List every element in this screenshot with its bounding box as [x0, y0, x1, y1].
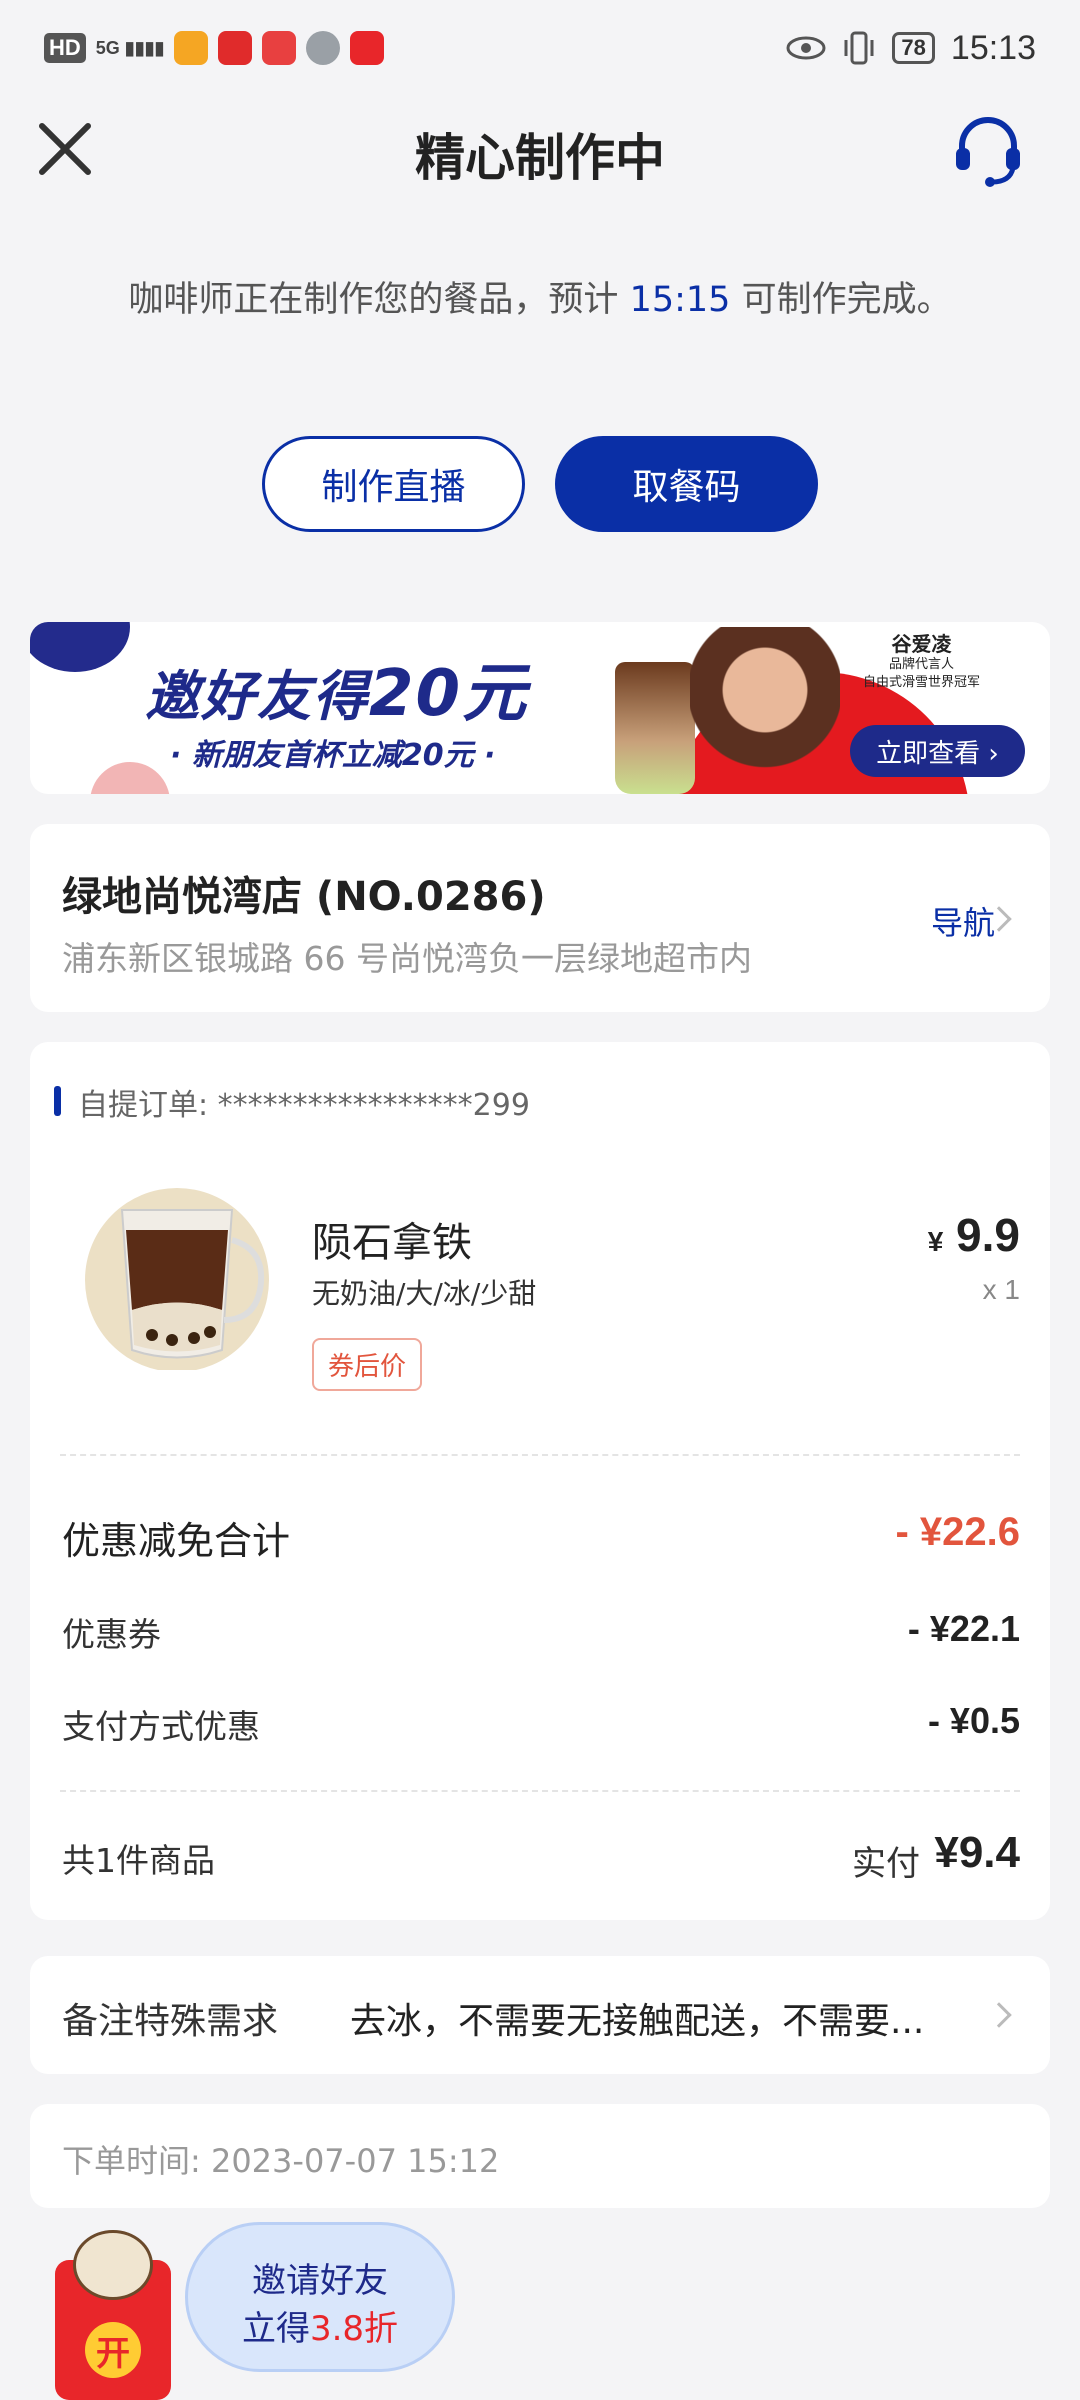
pickup-code-button[interactable]: 取餐码 [555, 436, 818, 532]
banner-subtitle: · 新朋友首杯立减20元 · [170, 738, 496, 773]
product-name: 陨石拿铁 [312, 1220, 472, 1266]
banner-title: 邀好友得20元 [145, 642, 528, 734]
hd-icon: HD [44, 33, 86, 63]
progress-text-before: 咖啡师正在制作您的餐品，预计 [128, 280, 630, 320]
ambassador-photo [690, 627, 840, 794]
eta-time: 15:15 [629, 280, 731, 320]
navigate-link[interactable]: 导航 [931, 898, 995, 944]
remarks-label: 备注特殊需求 [62, 2001, 279, 2042]
invite-discount: 3.8折 [309, 2309, 399, 2349]
invite-line2: 立得3.8折 [188, 2301, 452, 2350]
invite-floating-widget[interactable]: 开 邀请好友 立得3.8折 [50, 2220, 470, 2400]
payment-discount-value: - ¥0.5 [927, 1700, 1020, 1741]
item-count: 共1件商品 [62, 1841, 215, 1880]
product-quantity: x 1 [982, 1274, 1020, 1305]
banner-decor-blob [90, 762, 170, 794]
mascot-head [73, 2230, 153, 2300]
invite-bubble[interactable]: 邀请好友 立得3.8折 [185, 2222, 455, 2372]
ambassador-info: 谷爱凌 品牌代言人 自由式滑雪世界冠军 [863, 632, 980, 692]
banner-decor-blob [30, 622, 130, 672]
view-now-button[interactable]: 立即查看 › [850, 725, 1025, 777]
store-card: 绿地尚悦湾店 (NO.0286) 浦东新区银城路 66 号尚悦湾负一层绿地超市内… [30, 824, 1050, 1012]
order-time-card: 下单时间: 2023-07-07 15:12 [30, 2104, 1050, 2208]
battery-icon: 78 [892, 32, 935, 64]
invite-line1: 邀请好友 [252, 2261, 388, 2301]
remarks-value: 去冰，不需要无接触配送，不需要... [350, 2001, 925, 2042]
live-stream-button[interactable]: 制作直播 [262, 436, 525, 532]
coffee-cup-image [615, 662, 695, 794]
product-price-value: 9.9 [956, 1209, 1020, 1261]
eye-icon [786, 36, 826, 60]
product-spec: 无奶油/大/冰/少甜 [312, 1277, 537, 1310]
payment-discount-label: 支付方式优惠 [62, 1707, 260, 1746]
red-packet-icon: 开 [55, 2230, 171, 2400]
banner-title-amount: 20元 [369, 657, 529, 731]
status-left: HD 5G ▮▮▮▮ [44, 31, 385, 65]
divider [60, 1454, 1020, 1456]
order-card: 自提订单: *****************299 陨石拿铁 无奶油/大/冰/… [30, 1042, 1050, 1920]
store-address: 浦东新区银城路 66 号尚悦湾负一层绿地超市内 [62, 939, 752, 978]
network-type-label: 5G [95, 37, 120, 58]
order-time: 下单时间: 2023-07-07 15:12 [62, 2142, 500, 2180]
action-buttons: 制作直播 取餐码 [0, 436, 1080, 532]
store-name: 绿地尚悦湾店 (NO.0286) [62, 874, 546, 920]
video-app-icon [174, 31, 209, 65]
chevron-right-icon[interactable] [986, 2002, 1012, 2028]
invite-friends-banner[interactable]: 邀好友得20元 · 新朋友首杯立减20元 · 谷爱凌 品牌代言人 自由式滑雪世界… [30, 622, 1050, 794]
paid-amount: ¥9.4 [934, 1828, 1020, 1877]
invite-line2-prefix: 立得 [241, 2309, 310, 2349]
section-accent-bar [54, 1086, 61, 1116]
currency-symbol: ¥ [927, 1226, 944, 1257]
ambassador-role: 品牌代言人 [888, 657, 954, 672]
open-coin: 开 [85, 2322, 141, 2378]
signal-icon: 5G ▮▮▮▮ [95, 37, 165, 58]
coupon-label: 优惠券 [62, 1615, 161, 1654]
nav-bar: 精心制作中 [0, 96, 1080, 206]
product-image [85, 1188, 269, 1370]
page-title: 精心制作中 [415, 129, 665, 187]
shopping-app-icon [218, 31, 253, 65]
product-price: ¥ 9.9 [928, 1208, 1020, 1262]
discount-total-label: 优惠减免合计 [62, 1519, 291, 1563]
order-id: 自提订单: *****************299 [78, 1088, 530, 1123]
clock: 15:13 [950, 28, 1036, 67]
paid-label: 实付 [852, 1844, 920, 1884]
remarks-row[interactable]: 备注特殊需求 去冰，不需要无接触配送，不需要... [30, 1956, 1050, 2074]
making-progress-text: 咖啡师正在制作您的餐品，预计 15:15 可制作完成。 [120, 276, 960, 324]
ambassador-title: 自由式滑雪世界冠军 [862, 675, 980, 690]
vibrate-icon [844, 31, 874, 65]
progress-text-after: 可制作完成。 [730, 280, 952, 320]
discount-total-value: - ¥22.6 [895, 1510, 1020, 1554]
status-bar: HD 5G ▮▮▮▮ 78 15:13 [0, 0, 1080, 96]
xiaohongshu-icon [350, 31, 385, 65]
wechat-icon [306, 31, 341, 65]
customer-service-icon[interactable] [948, 110, 1028, 190]
news-app-icon [262, 31, 297, 65]
coupon-value: - ¥22.1 [907, 1608, 1020, 1649]
ambassador-name: 谷爱凌 [891, 632, 952, 656]
status-right: 78 15:13 [786, 29, 1036, 68]
banner-title-prefix: 邀好友得 [145, 665, 369, 728]
divider [60, 1790, 1020, 1792]
after-coupon-price-tag: 券后价 [312, 1338, 423, 1391]
